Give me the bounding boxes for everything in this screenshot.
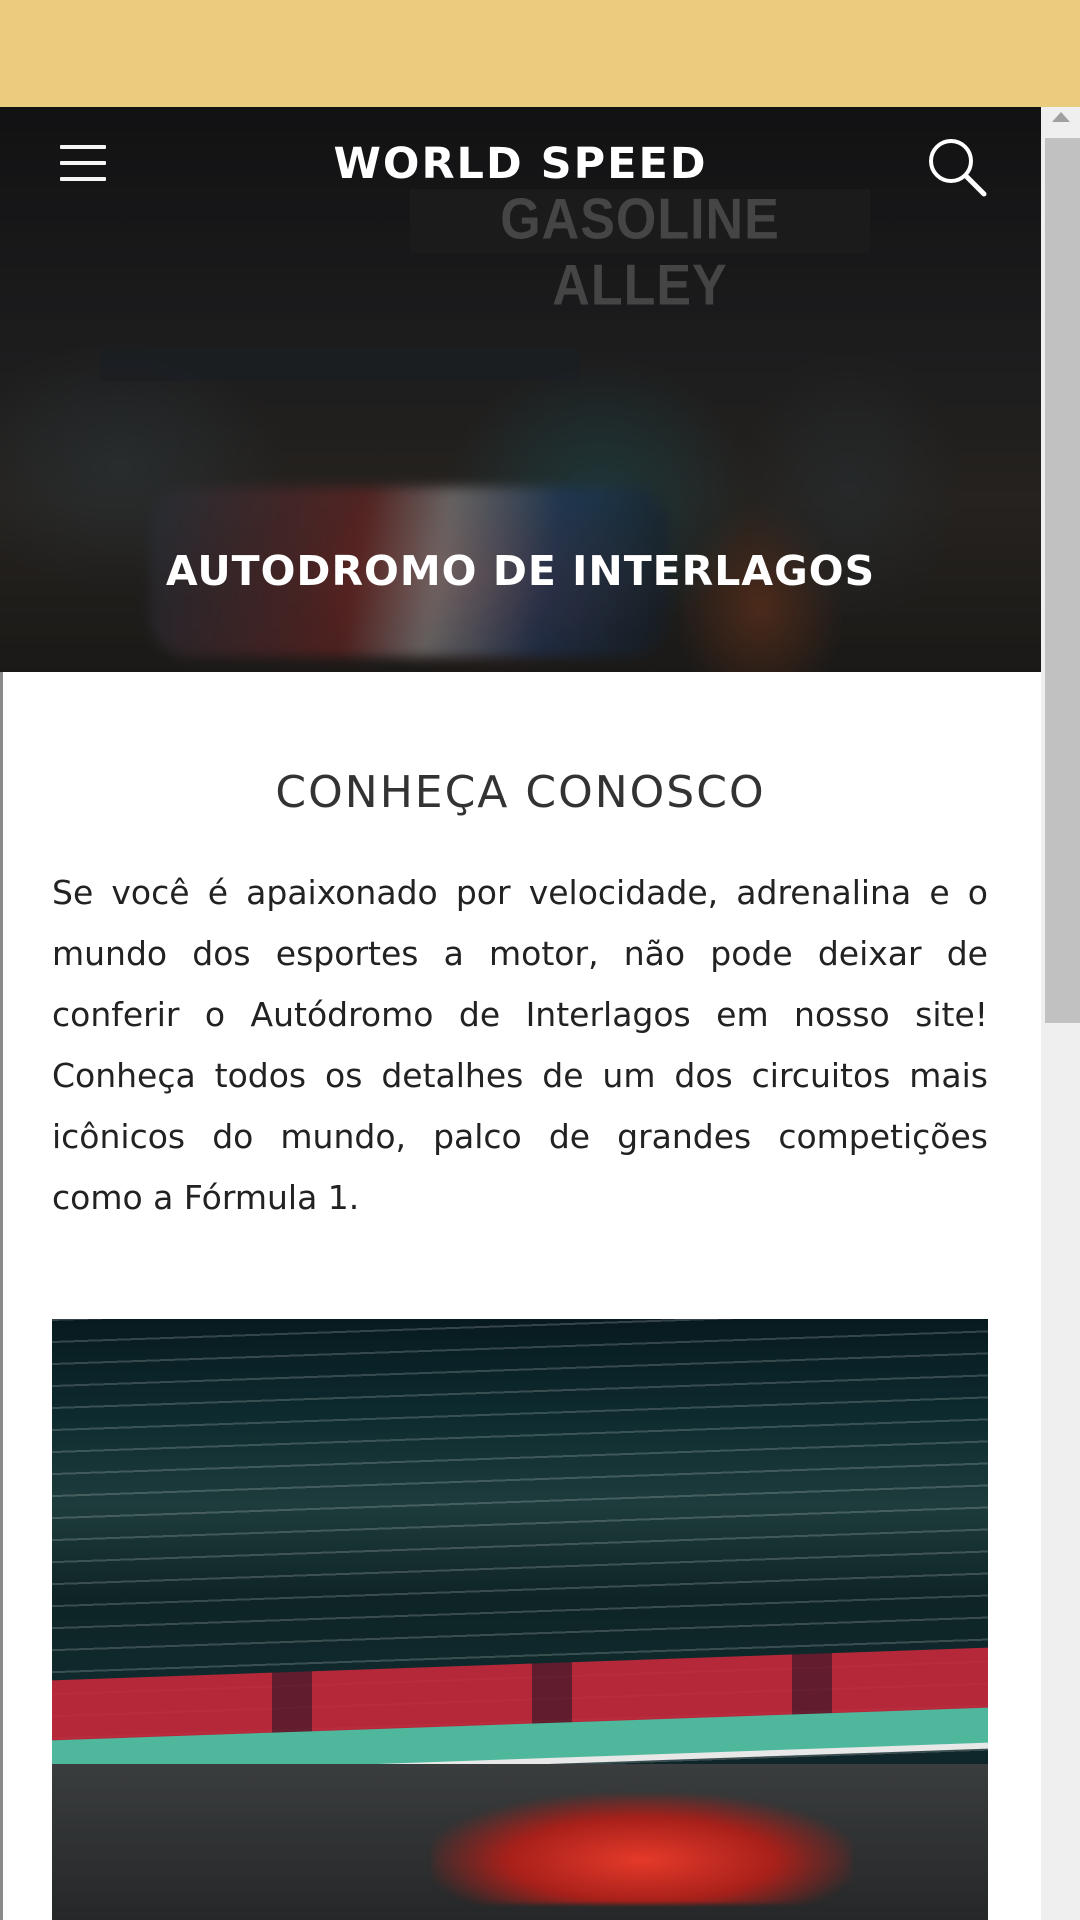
photo-race-car xyxy=(432,1794,852,1904)
scrollbar-thumb[interactable] xyxy=(1045,138,1080,1023)
hero-title: AUTODROMO DE INTERLAGOS xyxy=(165,547,876,595)
scroll-up-arrow-icon[interactable] xyxy=(1052,112,1070,122)
section-title: CONHEÇA CONOSCO xyxy=(275,767,766,818)
hero-banner: GASOLINE ALLEY WORLD SPEED AUTODROMO DE … xyxy=(0,107,1041,672)
race-car-photo xyxy=(52,1319,988,1920)
search-icon[interactable] xyxy=(922,132,992,202)
page-viewport: GASOLINE ALLEY WORLD SPEED AUTODROMO DE … xyxy=(0,107,1041,1920)
status-bar xyxy=(0,0,1080,107)
intro-paragraph: Se você é apaixonado por velocidade, adr… xyxy=(52,873,988,1217)
site-logo[interactable]: WORLD SPEED xyxy=(0,139,1041,189)
site-header: WORLD SPEED xyxy=(0,107,1041,217)
